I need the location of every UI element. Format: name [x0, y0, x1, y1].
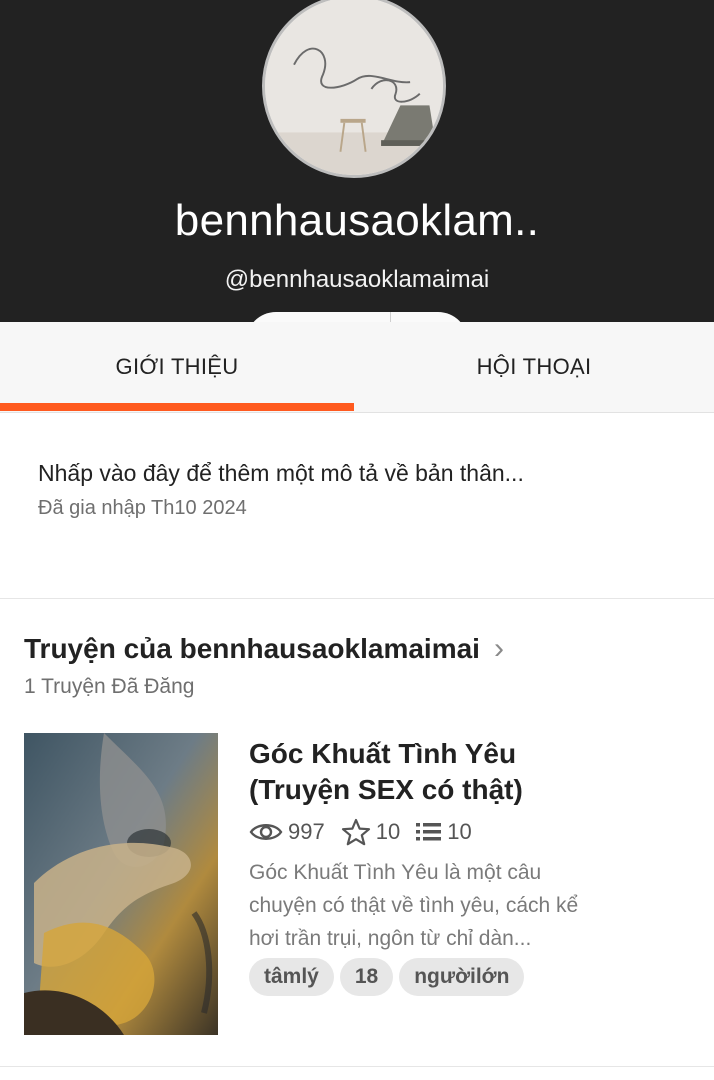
story-cover-image — [24, 733, 218, 1035]
joined-date: Đã gia nhập Th10 2024 — [38, 497, 247, 519]
profile-tabs: GIỚI THIỆU HỘI THOẠI — [0, 322, 714, 413]
list-icon — [416, 823, 442, 841]
tag-chip[interactable]: tâmlý — [249, 958, 334, 996]
add-description-prompt[interactable]: Nhấp vào đây để thêm một mô tả về bản th… — [38, 460, 524, 487]
eye-icon — [249, 824, 283, 840]
section-divider — [0, 598, 714, 599]
profile-header: bennhausaoklam.. @bennhausaoklamaimai — [0, 0, 714, 342]
active-tab-indicator — [0, 403, 354, 411]
profile-avatar[interactable] — [262, 0, 446, 178]
story-tags: tâmlý 18 ngườilớn — [249, 958, 530, 996]
parts-count: 10 — [447, 819, 472, 844]
stories-heading-text: Truyện của bennhausaoklamaimai — [24, 633, 480, 664]
votes-count: 10 — [375, 819, 401, 844]
story-title[interactable]: Góc Khuất Tình Yêu (Truyện SEX có thật) — [249, 736, 609, 808]
tab-conversations[interactable]: HỘI THOẠI — [357, 322, 711, 412]
avatar-image — [265, 0, 443, 175]
votes-stat: 10 — [341, 818, 400, 846]
tag-chip[interactable]: 18 — [339, 958, 394, 996]
story-cover[interactable] — [24, 733, 218, 1035]
stories-heading[interactable]: Truyện của bennhausaoklamaimai › — [24, 632, 504, 666]
section-divider — [0, 1066, 714, 1067]
views-stat: 997 — [249, 819, 325, 845]
stories-count: 1 Truyện Đã Đăng — [24, 675, 195, 698]
story-stats: 997 10 10 — [249, 818, 488, 846]
tab-about[interactable]: GIỚI THIỆU — [0, 322, 354, 412]
display-name: bennhausaoklam.. — [174, 196, 540, 245]
chevron-right-icon: › — [493, 632, 504, 665]
tag-chip[interactable]: ngườilớn — [399, 958, 525, 996]
views-count: 997 — [288, 819, 325, 844]
parts-stat: 10 — [416, 819, 472, 845]
story-description: Góc Khuất Tình Yêu là một câu chuyện có … — [249, 861, 579, 950]
star-icon — [341, 818, 370, 846]
username-handle: @bennhausaoklamaimai — [224, 266, 490, 293]
